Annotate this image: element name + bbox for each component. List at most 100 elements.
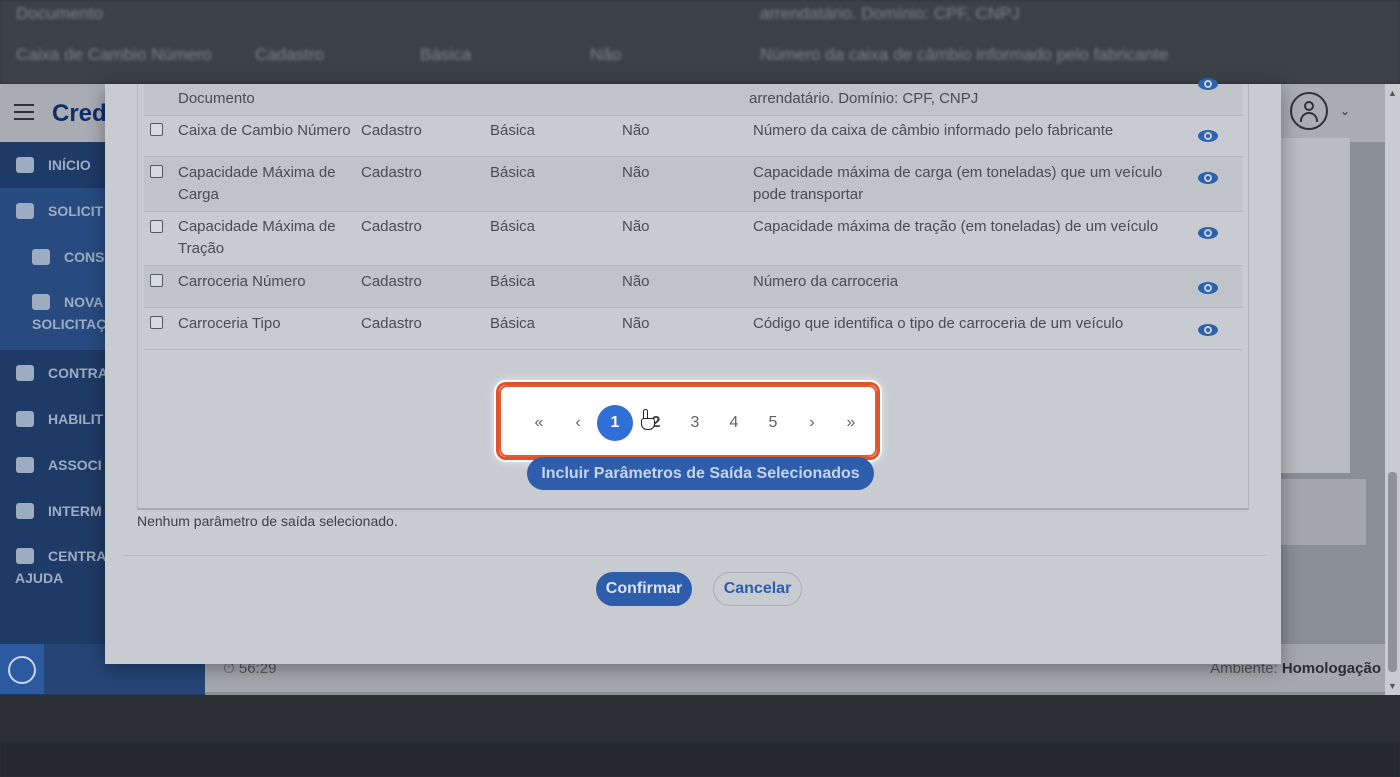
page-button-1[interactable]: 1 (597, 405, 633, 441)
pagination: « ‹ 1 2 3 4 5 › » (499, 385, 877, 457)
param-description: Código que identifica o tipo de carrocer… (753, 315, 1124, 332)
page-button-5[interactable]: 5 (755, 405, 791, 441)
strip-row1-label: Documento (16, 4, 103, 23)
eye-icon[interactable] (1198, 282, 1218, 294)
table-row: Carroceria Tipo Cadastro Básica Não Códi… (144, 308, 1242, 350)
param-required: Não (622, 218, 650, 235)
sidebar-item-label: CENTRA (48, 548, 107, 564)
eye-icon[interactable] (1198, 78, 1218, 90)
param-name-line2: Tração (178, 240, 225, 257)
param-required: Não (622, 315, 650, 332)
param-type: Básica (490, 273, 536, 290)
pagination-highlight: « ‹ 1 2 3 4 5 › » (496, 382, 880, 460)
sidebar-item-label: SOLICIT (48, 203, 104, 219)
eye-icon[interactable] (1198, 172, 1218, 184)
row-checkbox[interactable] (150, 165, 163, 178)
users-icon (16, 457, 34, 473)
strip-row2-type: Básica (420, 45, 472, 64)
row-checkbox[interactable] (150, 274, 163, 287)
modal-body: Documento arrendatário. Domínio: CPF, CN… (123, 78, 1269, 624)
hand-cursor-icon (640, 409, 656, 431)
param-type: Básica (490, 164, 536, 181)
eye-icon[interactable] (1198, 130, 1218, 142)
sidebar-item-label-2: SOLICITAÇ (32, 316, 107, 332)
param-required: Não (622, 273, 650, 290)
sidebar-item-label: CONS (64, 249, 105, 265)
page-button-3[interactable]: 3 (677, 405, 713, 441)
param-description-line2: pode transportar (753, 186, 864, 203)
page-button-4[interactable]: 4 (716, 405, 752, 441)
hamburger-menu-icon[interactable] (14, 104, 34, 120)
strip-row2-group: Cadastro (255, 45, 324, 64)
strip-row2-name: Caixa de Cambio Número (16, 45, 212, 64)
param-type: Básica (490, 315, 536, 332)
sidebar-item-label-wrap: NOVA SOLICITAÇ (32, 294, 106, 332)
scroll-down-icon[interactable]: ▼ (1388, 681, 1397, 691)
chevron-down-icon[interactable]: ⌄ (1340, 104, 1350, 118)
bottom-blurred-strip (0, 695, 1400, 777)
eye-icon[interactable] (1198, 227, 1218, 239)
page-scrollbar[interactable]: ▲ ▼ (1385, 84, 1400, 695)
param-description: Número da carroceria (753, 273, 899, 290)
bottom-mirror (0, 743, 1400, 777)
param-description: arrendatário. Domínio: CPF, CNPJ (749, 90, 979, 107)
prev-page-button[interactable]: ‹ (560, 405, 596, 441)
person-icon (16, 503, 34, 519)
scroll-thumb[interactable] (1388, 472, 1397, 672)
row-checkbox[interactable] (150, 220, 163, 233)
param-required: Não (622, 164, 650, 181)
sidebar-item-label: ASSOCI (48, 457, 102, 473)
brand-logo: Cred (52, 100, 107, 127)
param-group: Cadastro (361, 122, 422, 139)
param-group: Cadastro (361, 164, 422, 181)
environment-value: Homologação (1281, 660, 1381, 677)
param-group: Cadastro (361, 273, 422, 290)
background-duplicate-strip: Documento arrendatário. Domínio: CPF, CN… (0, 0, 1400, 84)
table-row: Capacidade Máxima de Tração Cadastro Bás… (144, 212, 1242, 266)
strip-row1-desc: arrendatário. Domínio: CPF, CNPJ (760, 4, 1020, 23)
table-row: Documento arrendatário. Domínio: CPF, CN… (144, 78, 1242, 116)
param-name: Capacidade Máxima de (178, 164, 336, 181)
param-type: Básica (490, 218, 536, 235)
strip-row2-required: Não (590, 45, 622, 64)
confirm-button[interactable]: Confirmar (596, 572, 692, 606)
sidebar-item-label-wrap: CENTRA AJUDA (15, 548, 107, 586)
cookie-icon[interactable] (0, 644, 44, 694)
file-icon (32, 294, 50, 310)
eye-icon[interactable] (1198, 324, 1218, 336)
param-description: Número da caixa de câmbio informado pelo… (753, 122, 1114, 139)
row-checkbox[interactable] (150, 123, 163, 136)
table-row: Capacidade Máxima de Carga Cadastro Bási… (144, 157, 1242, 212)
param-required: Não (622, 122, 650, 139)
sidebar-item-label: HABILIT (48, 411, 104, 427)
param-name: Capacidade Máxima de (178, 218, 336, 235)
include-selected-parameters-button[interactable]: Incluir Parâmetros de Saída Selecionados (527, 457, 874, 490)
cancel-button[interactable]: Cancelar (713, 572, 802, 606)
next-page-button[interactable]: › (794, 405, 830, 441)
sidebar-item-label-2: AJUDA (15, 570, 64, 586)
selection-status-text: Nenhum parâmetro de saída selecionado. (137, 513, 398, 529)
id-card-icon (16, 411, 34, 427)
output-parameters-modal: Documento arrendatário. Domínio: CPF, CN… (105, 78, 1281, 664)
table-row: Caixa de Cambio Número Cadastro Básica N… (144, 116, 1242, 157)
sidebar-item-label: NOVA (64, 294, 104, 310)
first-page-button[interactable]: « (521, 405, 557, 441)
param-name-line2: Carga (178, 186, 219, 203)
param-type: Básica (490, 122, 536, 139)
param-name: Carroceria Número (178, 273, 306, 290)
question-icon (16, 548, 34, 564)
sidebar-item-label: INTERM (48, 503, 102, 519)
modal-footer-divider (122, 555, 1266, 556)
param-description: Capacidade máxima de carga (em toneladas… (753, 164, 1163, 181)
param-group: Cadastro (361, 218, 422, 235)
table-row: Carroceria Número Cadastro Básica Não Nú… (144, 266, 1242, 308)
param-name: Caixa de Cambio Número (178, 122, 351, 139)
scroll-up-icon[interactable]: ▲ (1388, 88, 1397, 98)
param-group: Cadastro (361, 315, 422, 332)
param-name: Carroceria Tipo (178, 315, 281, 332)
last-page-button[interactable]: » (833, 405, 869, 441)
param-name: Documento (178, 90, 255, 107)
edit-icon (16, 203, 34, 219)
row-checkbox[interactable] (150, 316, 163, 329)
user-circle-icon[interactable] (1290, 92, 1328, 130)
